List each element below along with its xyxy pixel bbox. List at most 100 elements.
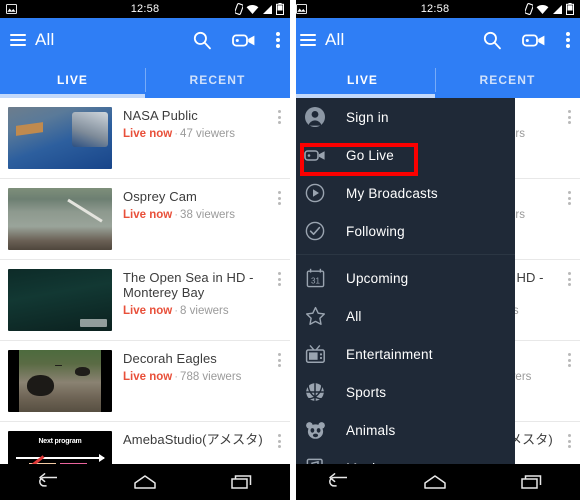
account-avatar-icon — [302, 104, 328, 130]
broadcast-list[interactable]: NASA Public Live now · 47 viewers Osprey C… — [0, 98, 290, 500]
hamburger-icon[interactable] — [300, 34, 316, 46]
list-item-overflow-icon[interactable] — [568, 191, 572, 205]
separator-dot: · — [174, 209, 179, 221]
back-icon[interactable] — [318, 470, 358, 494]
back-icon[interactable] — [28, 470, 68, 494]
tab-live[interactable]: LIVE — [0, 62, 145, 98]
phone-screen-left: 12:58 All LIVE RECENT NASA Public Live n… — [0, 0, 290, 500]
star-icon — [302, 303, 328, 329]
screenshot-root: 12:58 All LIVE RECENT NASA Public Live n… — [0, 0, 580, 500]
phone-divider — [290, 0, 296, 500]
drawer-item-entertainment[interactable]: Entertainment — [290, 335, 515, 373]
list-item-overflow-icon[interactable] — [278, 434, 282, 448]
drawer-item-label: My Broadcasts — [346, 185, 438, 201]
viewer-count: 8 viewers — [180, 305, 229, 317]
vibrate-icon — [235, 3, 243, 15]
drawer-item-upcoming[interactable]: 31 Upcoming — [290, 259, 515, 297]
calendar-31-icon: 31 — [302, 265, 328, 291]
app-bar-right: All — [290, 18, 580, 62]
play-circle-icon — [302, 180, 328, 206]
thumbnail-arrow — [16, 454, 106, 463]
app-bar-left: All — [0, 18, 290, 62]
list-item[interactable]: Decorah Eagles Live now·788 viewers — [0, 341, 290, 422]
live-now-badge: Live now — [123, 128, 173, 140]
tab-recent[interactable]: RECENT — [435, 62, 580, 98]
app-bar-actions — [192, 30, 280, 50]
drawer-item-sign-in[interactable]: Sign in — [290, 98, 515, 136]
navigation-drawer[interactable]: Sign in Go Live My Broadcasts Following … — [290, 98, 515, 464]
drawer-item-sports[interactable]: Sports — [290, 373, 515, 411]
overflow-kebab-icon[interactable] — [566, 32, 570, 48]
phone-screen-right: 12:58 All LIVE RECENT HD - Sign in Go Li… — [290, 0, 580, 500]
tab-recent[interactable]: RECENT — [145, 62, 290, 98]
thumbnail[interactable] — [8, 269, 112, 331]
list-item-overflow-icon[interactable] — [278, 110, 282, 124]
search-icon[interactable] — [482, 30, 502, 50]
drawer-item-my-broadcasts[interactable]: My Broadcasts — [290, 174, 515, 212]
list-item-overflow-icon[interactable] — [278, 353, 282, 367]
list-item-title: Decorah Eagles — [123, 351, 217, 366]
live-now-badge: Live now — [123, 371, 173, 383]
tab-live[interactable]: LIVE — [290, 62, 435, 98]
viewer-count: 788 viewers — [180, 371, 242, 383]
drawer-item-label: Following — [346, 223, 405, 239]
separator-dot: · — [174, 305, 179, 317]
drawer-item-music[interactable]: Music — [290, 449, 515, 464]
app-bar-actions — [482, 30, 570, 50]
list-item-overflow-icon[interactable] — [278, 191, 282, 205]
list-item-overflow-icon[interactable] — [568, 434, 572, 448]
drawer-item-all[interactable]: All — [290, 297, 515, 335]
list-item[interactable]: Osprey Cam Live now·38 viewers — [0, 179, 290, 260]
thumbnail[interactable] — [8, 107, 112, 169]
video-camera-icon — [302, 142, 328, 168]
live-now-badge: Live now — [123, 209, 173, 221]
list-item-overflow-icon[interactable] — [568, 353, 572, 367]
list-item-overflow-icon[interactable] — [568, 272, 572, 286]
svg-text:31: 31 — [311, 276, 320, 285]
status-bar-right: 12:58 — [290, 0, 580, 18]
thumbnail[interactable] — [8, 350, 112, 412]
status-bar-right-icons — [235, 3, 284, 15]
android-nav-bar-right — [290, 464, 580, 500]
app-bar-title: All — [325, 30, 345, 49]
hamburger-icon[interactable] — [10, 34, 26, 46]
tab-bar-left: LIVE RECENT — [0, 62, 290, 98]
search-icon[interactable] — [192, 30, 212, 50]
drawer-item-go-live[interactable]: Go Live — [290, 136, 515, 174]
list-item[interactable]: NASA Public Live now·47 viewers — [0, 98, 290, 179]
thumbnail[interactable] — [8, 188, 112, 250]
drawer-item-animals[interactable]: Animals — [290, 411, 515, 449]
check-circle-icon — [302, 218, 328, 244]
battery-icon — [566, 3, 574, 15]
tab-bar-right: LIVE RECENT — [290, 62, 580, 98]
list-item-subtitle: Live now·38 viewers — [123, 209, 272, 221]
viewer-count: 47 viewers — [180, 128, 236, 140]
recents-icon[interactable] — [512, 470, 552, 494]
list-item-overflow-icon[interactable] — [278, 272, 282, 286]
list-item[interactable]: The Open Sea in HD - Monterey Bay Live n… — [0, 260, 290, 341]
home-icon[interactable] — [415, 470, 455, 494]
go-live-camera-icon[interactable] — [522, 32, 546, 49]
android-nav-bar-left — [0, 464, 290, 500]
basketball-icon — [302, 379, 328, 405]
overflow-kebab-icon[interactable] — [276, 32, 280, 48]
list-item-subtitle: Live now·47 viewers — [123, 128, 272, 140]
list-item-title: Osprey Cam — [123, 189, 197, 204]
list-item-meta: Decorah Eagles Live now·788 viewers — [112, 350, 272, 383]
separator-dot: · — [174, 128, 179, 140]
app-bar-title: All — [35, 30, 55, 49]
drawer-item-following[interactable]: Following — [290, 212, 515, 250]
drawer-divider — [290, 254, 515, 255]
list-item-title: The Open Sea in HD - Monterey Bay — [123, 270, 254, 300]
thumbnail-caption: Next program — [38, 438, 82, 446]
signal-icon — [553, 4, 562, 14]
drawer-item-label: Animals — [346, 422, 396, 438]
recents-icon[interactable] — [222, 470, 262, 494]
list-item-overflow-icon[interactable] — [568, 110, 572, 124]
live-now-badge: Live now — [123, 305, 173, 317]
drawer-item-label: Sports — [346, 384, 387, 400]
list-item-title: NASA Public — [123, 108, 198, 123]
home-icon[interactable] — [125, 470, 165, 494]
drawer-item-label: Go Live — [346, 147, 394, 163]
go-live-camera-icon[interactable] — [232, 32, 256, 49]
